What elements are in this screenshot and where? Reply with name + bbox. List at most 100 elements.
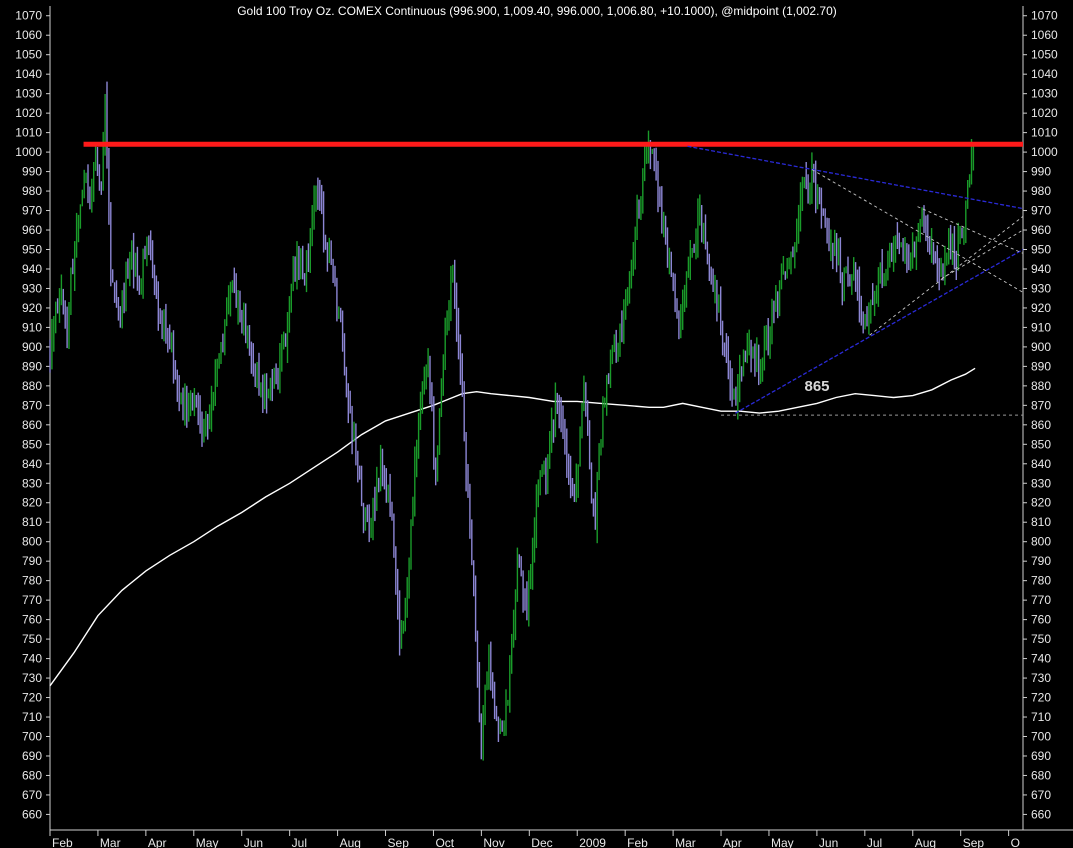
y-tick-label-left: 900 bbox=[22, 340, 42, 354]
x-tick-label: Jul bbox=[292, 836, 307, 848]
y-tick-label-left: 1030 bbox=[15, 87, 42, 101]
y-tick-label-left: 780 bbox=[22, 574, 42, 588]
y-tick-label-left: 980 bbox=[22, 184, 42, 198]
x-tick-label: Apr bbox=[148, 836, 167, 848]
y-tick-label-left: 680 bbox=[22, 768, 42, 782]
y-tick-label-right: 880 bbox=[1031, 379, 1051, 393]
x-tick-label: Mar bbox=[675, 836, 696, 848]
y-tick-label-right: 770 bbox=[1031, 593, 1051, 607]
y-tick-label-left: 960 bbox=[22, 223, 42, 237]
y-tick-label-right: 910 bbox=[1031, 320, 1051, 334]
y-tick-label-left: 940 bbox=[22, 262, 42, 276]
y-tick-label-left: 850 bbox=[22, 437, 42, 451]
y-tick-label-right: 950 bbox=[1031, 242, 1051, 256]
y-tick-label-left: 880 bbox=[22, 379, 42, 393]
y-tick-label-left: 710 bbox=[22, 710, 42, 724]
y-tick-label-right: 1040 bbox=[1031, 67, 1058, 81]
y-tick-label-right: 740 bbox=[1031, 652, 1051, 666]
x-tick-label: Aug bbox=[340, 836, 361, 848]
y-tick-label-left: 660 bbox=[22, 807, 42, 821]
y-tick-label-right: 1000 bbox=[1031, 145, 1058, 159]
y-tick-label-right: 960 bbox=[1031, 223, 1051, 237]
y-tick-label-left: 1010 bbox=[15, 126, 42, 140]
y-tick-label-right: 710 bbox=[1031, 710, 1051, 724]
x-tick-label: Nov bbox=[483, 836, 504, 848]
x-tick-label: Oct bbox=[435, 836, 454, 848]
y-tick-label-right: 1070 bbox=[1031, 9, 1058, 23]
x-tick-label: May bbox=[771, 836, 794, 848]
x-tick-label: Aug bbox=[915, 836, 936, 848]
x-tick-label: Feb bbox=[52, 836, 73, 848]
y-tick-label-right: 670 bbox=[1031, 788, 1051, 802]
y-tick-label-right: 810 bbox=[1031, 515, 1051, 529]
y-tick-label-right: 730 bbox=[1031, 671, 1051, 685]
y-tick-label-right: 820 bbox=[1031, 496, 1051, 510]
y-tick-label-right: 870 bbox=[1031, 398, 1051, 412]
y-tick-label-left: 910 bbox=[22, 320, 42, 334]
y-tick-label-left: 820 bbox=[22, 496, 42, 510]
y-tick-label-left: 1070 bbox=[15, 9, 42, 23]
y-tick-label-left: 1000 bbox=[15, 145, 42, 159]
y-tick-label-right: 790 bbox=[1031, 554, 1051, 568]
y-tick-label-left: 770 bbox=[22, 593, 42, 607]
y-tick-label-right: 1060 bbox=[1031, 28, 1058, 42]
y-tick-label-left: 870 bbox=[22, 398, 42, 412]
y-tick-label-left: 1050 bbox=[15, 48, 42, 62]
x-tick-label: Jun bbox=[244, 836, 263, 848]
y-tick-label-right: 1020 bbox=[1031, 106, 1058, 120]
y-tick-label-right: 890 bbox=[1031, 359, 1051, 373]
y-tick-label-right: 920 bbox=[1031, 301, 1051, 315]
y-tick-label-right: 800 bbox=[1031, 535, 1051, 549]
y-tick-label-right: 1010 bbox=[1031, 126, 1058, 140]
y-tick-label-left: 1020 bbox=[15, 106, 42, 120]
y-tick-label-left: 920 bbox=[22, 301, 42, 315]
y-tick-label-right: 750 bbox=[1031, 632, 1051, 646]
y-tick-label-right: 830 bbox=[1031, 476, 1051, 490]
y-tick-label-left: 990 bbox=[22, 165, 42, 179]
support-level-label: 865 bbox=[804, 378, 829, 395]
y-tick-label-left: 810 bbox=[22, 515, 42, 529]
y-tick-label-right: 970 bbox=[1031, 204, 1051, 218]
y-tick-label-left: 970 bbox=[22, 204, 42, 218]
y-tick-label-left: 690 bbox=[22, 749, 42, 763]
y-tick-label-left: 1040 bbox=[15, 67, 42, 81]
y-tick-label-left: 730 bbox=[22, 671, 42, 685]
x-tick-label: Mar bbox=[100, 836, 121, 848]
chart-container: 660 670 680 690 700 710 720 730 740 750 760 770 780 7… bbox=[0, 0, 1073, 848]
y-tick-label-right: 980 bbox=[1031, 184, 1051, 198]
y-tick-label-left: 800 bbox=[22, 535, 42, 549]
y-tick-label-right: 760 bbox=[1031, 613, 1051, 627]
y-tick-label-left: 760 bbox=[22, 613, 42, 627]
y-tick-label-left: 830 bbox=[22, 476, 42, 490]
y-tick-label-right: 930 bbox=[1031, 281, 1051, 295]
y-tick-label-left: 930 bbox=[22, 281, 42, 295]
y-tick-label-right: 900 bbox=[1031, 340, 1051, 354]
y-tick-label-right: 860 bbox=[1031, 418, 1051, 432]
x-tick-label: 2009 bbox=[579, 836, 606, 848]
y-tick-label-right: 720 bbox=[1031, 691, 1051, 705]
x-tick-label: Sep bbox=[388, 836, 410, 848]
y-tick-label-left: 700 bbox=[22, 729, 42, 743]
y-tick-label-right: 850 bbox=[1031, 437, 1051, 451]
chart-title: Gold 100 Troy Oz. COMEX Continuous (996.… bbox=[237, 4, 837, 18]
x-tick-label: Jul bbox=[867, 836, 882, 848]
x-tick-label: May bbox=[196, 836, 219, 848]
y-tick-label-right: 690 bbox=[1031, 749, 1051, 763]
x-tick-label: Dec bbox=[531, 836, 552, 848]
y-tick-label-left: 1060 bbox=[15, 28, 42, 42]
x-tick-label: O bbox=[1011, 836, 1020, 848]
y-tick-label-right: 1050 bbox=[1031, 48, 1058, 62]
y-tick-label-left: 790 bbox=[22, 554, 42, 568]
price-chart: 660 670 680 690 700 710 720 730 740 750 760 770 780 7… bbox=[0, 0, 1073, 848]
y-tick-label-right: 940 bbox=[1031, 262, 1051, 276]
y-tick-label-right: 660 bbox=[1031, 807, 1051, 821]
y-tick-label-right: 1030 bbox=[1031, 87, 1058, 101]
y-tick-label-right: 680 bbox=[1031, 768, 1051, 782]
y-tick-label-left: 750 bbox=[22, 632, 42, 646]
y-tick-label-left: 890 bbox=[22, 359, 42, 373]
x-tick-label: Feb bbox=[627, 836, 648, 848]
x-tick-label: Jun bbox=[819, 836, 838, 848]
y-tick-label-left: 720 bbox=[22, 691, 42, 705]
y-tick-label-left: 860 bbox=[22, 418, 42, 432]
y-tick-label-left: 950 bbox=[22, 242, 42, 256]
